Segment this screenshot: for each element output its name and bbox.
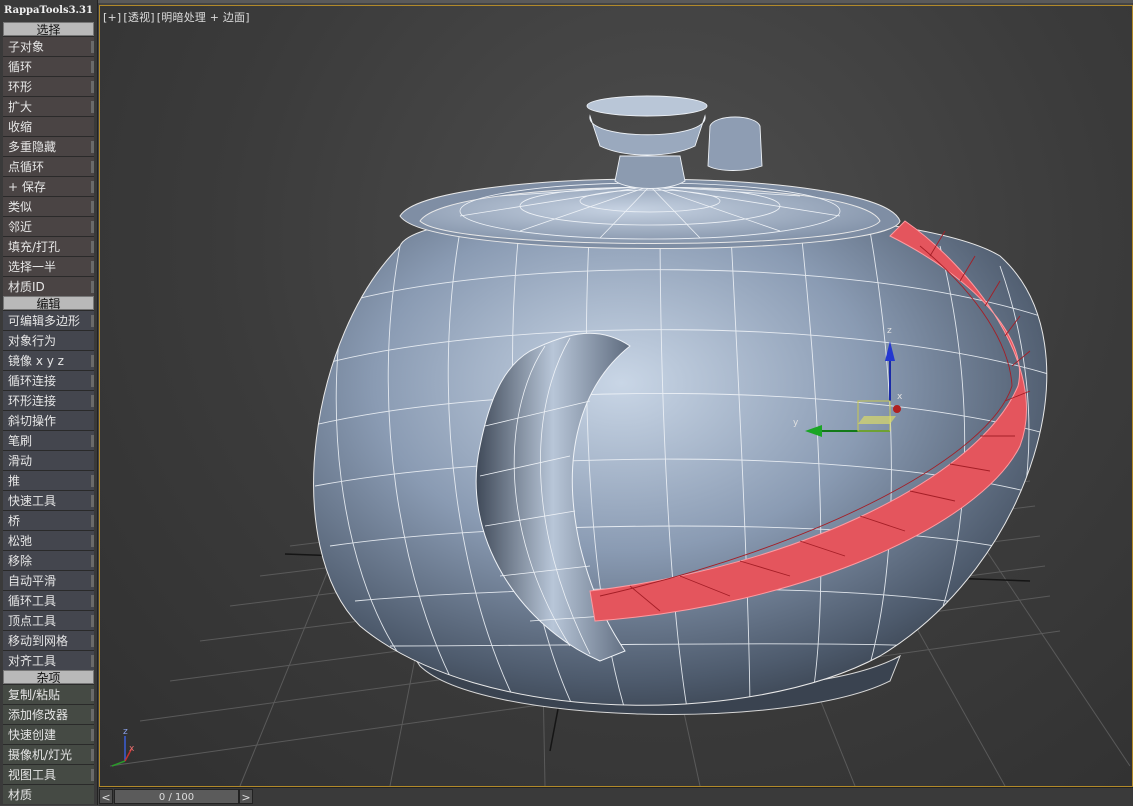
misc-tool-button[interactable]: 摄像机/灯光 <box>3 744 94 764</box>
edit-tool-button[interactable]: 循环工具 <box>3 590 94 610</box>
timeline-prev-button[interactable]: < <box>99 789 113 804</box>
panel-title: RappaTools3.31 <box>4 5 93 16</box>
select-tool-button[interactable]: 循环 <box>3 56 94 76</box>
edit-tool-button[interactable]: 松弛 <box>3 530 94 550</box>
select-tool-button[interactable]: 点循环 <box>3 156 94 176</box>
select-tool-button[interactable]: 填充/打孔 <box>3 236 94 256</box>
rappatools-panel: RappaTools3.31 选择 子对象 循环 环形 扩大 收缩 多重隐藏 点循环 + 保存… <box>0 0 98 805</box>
axis-tripod: z x <box>111 727 135 767</box>
misc-tool-button[interactable]: 添加修改器 <box>3 704 94 724</box>
time-slider[interactable]: 0 / 100 <box>114 789 239 804</box>
select-tool-button[interactable]: 子对象 <box>3 36 94 56</box>
gizmo-y-label: y <box>793 418 799 428</box>
select-tool-button[interactable]: 多重隐藏 <box>3 136 94 156</box>
edit-tool-button[interactable]: 推 <box>3 470 94 490</box>
select-tool-list: 子对象 循环 环形 扩大 收缩 多重隐藏 点循环 + 保存 类似 邻近 填充/打孔 选择一半 材质ID <box>0 36 97 296</box>
gizmo-x-label: x <box>897 392 903 402</box>
edit-tool-button[interactable]: 对象行为 <box>3 330 94 350</box>
viewport-menu-plus[interactable]: [+] <box>103 11 121 24</box>
edit-tool-button[interactable]: 顶点工具 <box>3 610 94 630</box>
edit-tool-button[interactable]: 镜像 x y z <box>3 350 94 370</box>
tripod-z-label: z <box>123 727 128 737</box>
viewport-label[interactable]: [+] [透视] [明暗处理 + 边面] <box>103 9 252 25</box>
edit-tool-button[interactable]: 笔刷 <box>3 430 94 450</box>
edit-tool-button[interactable]: 移除 <box>3 550 94 570</box>
select-tool-button[interactable]: 类似 <box>3 196 94 216</box>
top-strip <box>0 0 1133 3</box>
edit-tool-button[interactable]: 可编辑多边形 <box>3 310 94 330</box>
edit-tool-button[interactable]: 斜切操作 <box>3 410 94 430</box>
misc-tool-button[interactable]: 材质 <box>3 784 94 804</box>
viewport-shading-menu[interactable]: [明暗处理 + 边面] <box>157 11 250 24</box>
edit-tool-button[interactable]: 滑动 <box>3 450 94 470</box>
select-tool-button[interactable]: 选择一半 <box>3 256 94 276</box>
edit-tool-button[interactable]: 桥 <box>3 510 94 530</box>
gizmo-x-arrow[interactable] <box>893 405 901 413</box>
viewport-view-menu[interactable]: [透视] <box>123 11 154 24</box>
select-tool-button[interactable]: 扩大 <box>3 96 94 116</box>
lid-knob-top <box>589 114 706 156</box>
misc-tool-button[interactable]: 视图工具 <box>3 764 94 784</box>
section-misc[interactable]: 杂项 <box>3 670 94 685</box>
select-tool-button[interactable]: 材质ID <box>3 276 94 296</box>
timeline-bar: < 0 / 100 > <box>99 787 1133 806</box>
tripod-x-label: x <box>129 744 135 754</box>
lid-knob-stem <box>614 155 686 189</box>
viewport-scene: z y x z x <box>109 95 1131 786</box>
edit-tool-button[interactable]: 循环连接 <box>3 370 94 390</box>
edit-tool-button[interactable]: 移动到网格 <box>3 630 94 650</box>
select-tool-button[interactable]: 环形 <box>3 76 94 96</box>
edit-tool-button[interactable]: 自动平滑 <box>3 570 94 590</box>
select-tool-button[interactable]: 邻近 <box>3 216 94 236</box>
edit-tool-list: 可编辑多边形 对象行为 镜像 x y z 循环连接 环形连接 斜切操作 笔刷 滑动推快速工具桥… <box>0 310 97 670</box>
edit-tool-button[interactable]: 快速工具 <box>3 490 94 510</box>
lid-knob-cap <box>586 95 708 117</box>
misc-tool-button[interactable]: 快速创建 <box>3 724 94 744</box>
section-edit[interactable]: 编辑 <box>3 296 94 311</box>
edit-tool-button[interactable]: 对齐工具 <box>3 650 94 670</box>
gizmo-z-label: z <box>887 326 892 336</box>
misc-tool-button[interactable]: 复制/粘贴 <box>3 684 94 704</box>
gizmo-plane-handle[interactable] <box>858 416 896 424</box>
teapot-body[interactable] <box>313 209 1048 706</box>
timeline-next-button[interactable]: > <box>239 789 253 804</box>
select-tool-button[interactable]: 收缩 <box>3 116 94 136</box>
select-tool-button[interactable]: + 保存 <box>3 176 94 196</box>
section-select[interactable]: 选择 <box>3 22 94 37</box>
spout-tip <box>707 116 763 171</box>
misc-tool-list: 复制/粘贴 添加修改器 快速创建 摄像机/灯光 视图工具 材质 <box>0 684 97 804</box>
perspective-viewport[interactable]: z y x z x [+] [透视] [明暗处理 + 边面] <box>99 5 1133 787</box>
edit-tool-button[interactable]: 环形连接 <box>3 390 94 410</box>
